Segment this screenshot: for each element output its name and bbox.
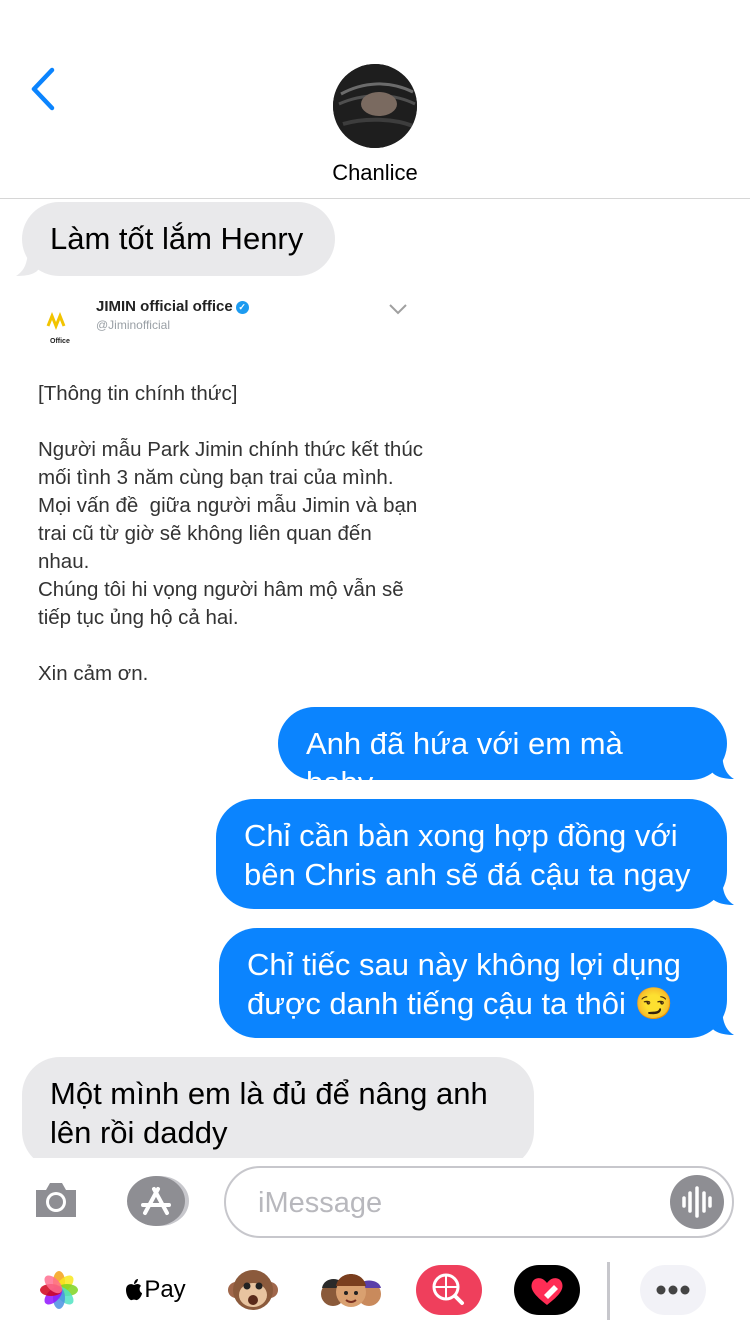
verified-badge-icon: ✓ xyxy=(235,300,249,314)
tray-apple-pay[interactable]: Pay xyxy=(120,1262,190,1318)
tray-more[interactable] xyxy=(640,1262,706,1318)
outgoing-message[interactable]: Chỉ tiếc sau này không lợi dụng được dan… xyxy=(219,928,727,1038)
logo-text: Office xyxy=(50,338,70,345)
tray-animoji[interactable] xyxy=(226,1262,280,1318)
tweet-screenshot-image[interactable]: Office JIMIN official office ✓ @Jiminoffi… xyxy=(30,282,430,702)
jimin-office-logo: Office xyxy=(46,312,70,345)
message-text: Một mình em là đủ để nâng anh lên rồi da… xyxy=(50,1076,488,1150)
outgoing-message[interactable]: Anh đã hứa với em mà baby xyxy=(278,707,727,800)
tray-digital-touch[interactable] xyxy=(514,1262,580,1318)
chevron-down-icon xyxy=(389,304,407,315)
tray-photos[interactable] xyxy=(36,1262,82,1318)
app-store-icon xyxy=(127,1176,189,1226)
contact-avatar[interactable] xyxy=(333,64,417,148)
tray-memoji[interactable] xyxy=(318,1262,384,1318)
incoming-message[interactable]: Làm tốt lắm Henry xyxy=(22,202,335,276)
message-text: Làm tốt lắm Henry xyxy=(50,221,304,256)
incoming-message[interactable]: Một mình em là đủ để nâng anh lên rồi da… xyxy=(22,1057,534,1169)
monkey-animoji-icon xyxy=(228,1270,278,1310)
tray-divider xyxy=(607,1262,610,1320)
voice-message-button[interactable] xyxy=(670,1175,724,1229)
app-store-button[interactable] xyxy=(126,1174,190,1228)
digital-touch-heart-icon xyxy=(514,1265,580,1315)
apple-pay-label: Pay xyxy=(144,1276,186,1303)
message-text: Chỉ cần bàn xong hợp đồng với bên Chris … xyxy=(244,818,691,892)
back-chevron-icon[interactable] xyxy=(26,66,66,112)
tweet-handle: @Jiminofficial xyxy=(96,318,170,332)
tray-web-search[interactable] xyxy=(416,1262,482,1318)
camera-icon[interactable] xyxy=(32,1180,80,1220)
outgoing-message[interactable]: Chỉ cần bàn xong hợp đồng với bên Chris … xyxy=(216,799,727,909)
message-text: Chỉ tiếc sau này không lợi dụng được dan… xyxy=(247,947,681,1021)
memoji-stickers-icon xyxy=(321,1274,381,1307)
message-input[interactable] xyxy=(256,1182,660,1224)
message-text: Anh đã hứa với em mà baby xyxy=(306,726,623,800)
more-icon xyxy=(640,1265,706,1315)
waveform-icon xyxy=(682,1186,712,1218)
contact-name[interactable]: Chanlice xyxy=(0,160,750,186)
conversation-header: Chanlice xyxy=(0,0,750,199)
photos-icon xyxy=(40,1271,78,1309)
tweet-account-name: JIMIN official office ✓ xyxy=(96,298,249,315)
imessage-input-field[interactable] xyxy=(224,1166,734,1238)
apple-logo-icon xyxy=(126,1279,143,1301)
web-image-search-icon xyxy=(416,1265,482,1315)
tweet-body: [Thông tin chính thức] Người mẫu Park Ji… xyxy=(38,382,423,685)
